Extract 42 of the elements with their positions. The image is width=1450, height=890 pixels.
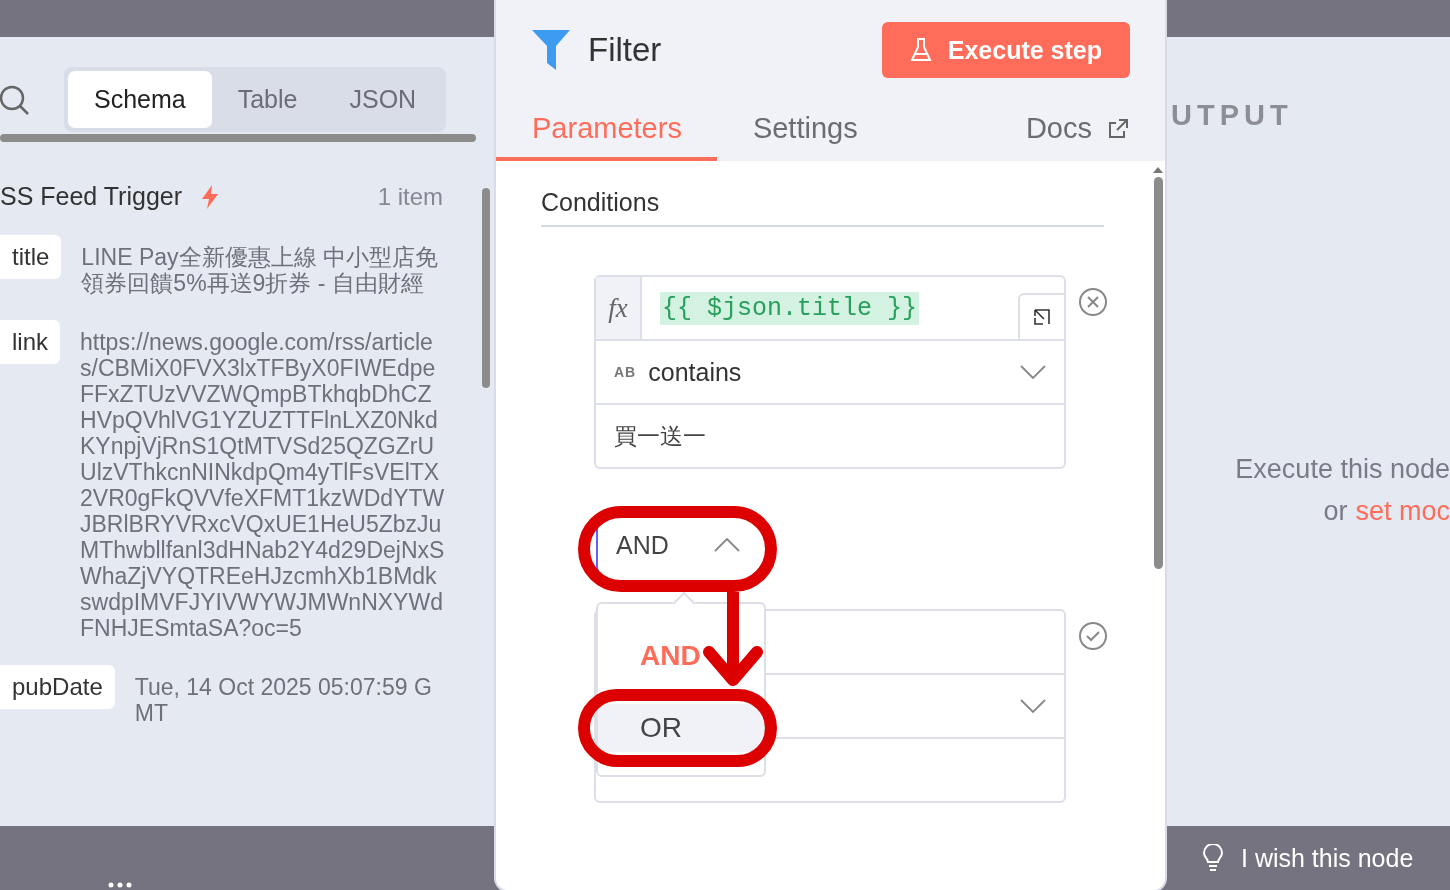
field-key: pubDate [0, 665, 115, 709]
section-heading: Conditions [541, 188, 1104, 227]
dropdown-option[interactable]: OR [598, 704, 764, 752]
value-field[interactable]: 買一送一 [596, 420, 706, 452]
item-count: 1 item [377, 182, 443, 211]
external-link-icon [1106, 116, 1130, 141]
bolt-icon [200, 184, 221, 209]
empty-message: Execute this node [1235, 453, 1450, 486]
view-tab[interactable]: Table [211, 71, 324, 128]
remove-icon [1078, 287, 1108, 317]
docs-link[interactable]: Docs [989, 104, 1130, 161]
chevron-down-icon [1020, 699, 1046, 713]
dropdown-option[interactable]: AND [598, 632, 764, 680]
node-title: Filter [588, 31, 662, 69]
flask-icon [909, 37, 932, 63]
lightbulb-icon [1203, 844, 1223, 872]
expression-mode-label: fx [596, 277, 642, 339]
field-key: link [0, 320, 60, 364]
chevron-down-icon [1020, 365, 1046, 379]
view-tab[interactable]: JSON [323, 71, 443, 128]
more-icon [108, 882, 132, 888]
operator-select[interactable]: contains [648, 357, 1020, 387]
check-circle-icon [1078, 621, 1108, 651]
funnel-icon [532, 30, 570, 70]
search-icon [0, 83, 30, 116]
execute-step-button[interactable]: Execute step [881, 22, 1130, 78]
field-value: Tue, 14 Oct 2025 05:07:59 GMT [134, 673, 433, 726]
chevron-up-icon [714, 538, 740, 552]
field-value: https://news.google.com/rss/articles/CBMiX0FVX3lxTFByX0FIWEdpeFFxZTUzVVZWQmpBTkhqbDhCZHVpQVhlVG1YZUZTTFlnLXZ0NkdKYnpjVjRnS1QtMTVSd25QZGZrUUlzVThkcnNINkdpQm4yTlFsVElTX2VR0gFkQVVfeXFMT1kzWDdYTWJBRlBRYVRxcVQxUE1HeU5ZbzJuMThwbllfanl3dHNab2Y4d29DejNxSWhaZjVYQTREeHJzcmhXb1BMdkswdpIMVFJYIVWYWJMWnNXYWdFNHJESmtaSA?oc=5 [80, 328, 445, 641]
hint-text: or [1323, 495, 1348, 528]
type-label: AB [614, 364, 637, 380]
panel-tab[interactable]: Settings [716, 104, 893, 161]
node-name: SS Feed Trigger [0, 182, 183, 211]
view-tab[interactable]: Schema [68, 71, 212, 128]
panel-tab[interactable]: Parameters [496, 104, 717, 161]
expand-button[interactable] [1018, 293, 1064, 339]
field-value: LINE Pay全新優惠上線 中小型店免領券回饋5%再送9折券 - 自由財經 [81, 243, 439, 296]
expression-field[interactable]: {{ $json.title }} [660, 291, 920, 325]
panel-title: UTPUT [1171, 99, 1294, 132]
feedback-text: I wish this node [1241, 843, 1414, 873]
expand-icon [1032, 307, 1052, 327]
field-key: title [0, 235, 62, 279]
